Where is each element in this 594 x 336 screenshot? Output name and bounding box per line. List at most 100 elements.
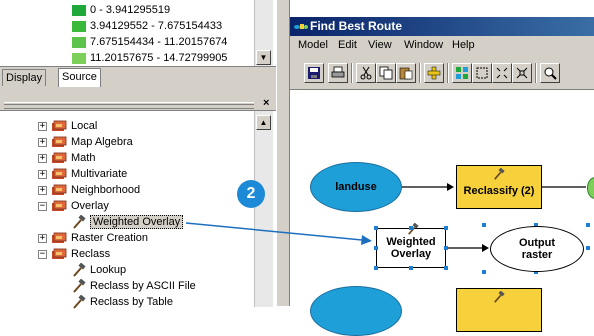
output-label-line1: Output [518, 237, 556, 249]
zoom-out-fixed-icon[interactable] [512, 63, 532, 83]
input-landuse[interactable]: landuse [310, 162, 402, 212]
selection-handle[interactable] [444, 266, 448, 270]
selection-handle[interactable] [409, 226, 413, 230]
pane-splitter[interactable] [276, 0, 290, 306]
selection-handle[interactable] [586, 246, 590, 250]
tree-item-reclass[interactable]: − Reclass [38, 246, 110, 262]
legend-swatch [72, 20, 86, 32]
window-title: Find Best Route [310, 19, 402, 33]
hammer-icon [73, 279, 86, 293]
toolbox-window-titlebar[interactable]: × [0, 97, 276, 110]
tree-item-reclass-by-table[interactable]: Reclass by Table [72, 294, 173, 310]
step-callout: 2 [237, 180, 265, 208]
full-extent-icon[interactable] [472, 63, 492, 83]
tool-reclassify[interactable]: Reclassify (2) [456, 165, 542, 209]
model-canvas[interactable]: landuse Reclassify (2) Weighted Overlay … [290, 90, 594, 336]
tool-label: Reclassify (2) [463, 185, 535, 197]
pane-divider [0, 88, 276, 100]
hammer-icon [73, 295, 86, 309]
grid-layout-icon[interactable] [452, 63, 472, 83]
toolset-icon [52, 136, 67, 147]
tree-item-overlay[interactable]: − Overlay [38, 198, 109, 214]
legend-item: 0 - 3.941295519 [72, 3, 170, 17]
tree-item-local[interactable]: + Local [38, 118, 97, 134]
hammer-icon [73, 263, 86, 277]
tree-item-weighted-overlay[interactable]: Weighted Overlay [72, 214, 184, 230]
paste-icon[interactable] [396, 63, 416, 83]
selection-handle[interactable] [482, 223, 486, 227]
tree-item-lookup[interactable]: Lookup [72, 262, 126, 278]
collapse-icon[interactable]: − [38, 249, 47, 259]
legend-item: 11.20157675 - 14.72799905 [72, 51, 227, 65]
cut-icon[interactable] [356, 63, 376, 83]
tree-item-reclass-by-ascii-file[interactable]: Reclass by ASCII File [72, 278, 196, 294]
legend-label: 11.20157675 - 14.72799905 [90, 52, 228, 64]
selection-handle[interactable] [482, 270, 486, 274]
tool-label-line1: Weighted [386, 236, 436, 248]
window-titlebar[interactable]: Find Best Route [290, 17, 594, 36]
scroll-up-button[interactable]: ▲ [256, 115, 271, 130]
tree-item-label: Neighborhood [71, 184, 141, 196]
scroll-down-button[interactable]: ▼ [256, 50, 271, 65]
tree-item-label: Map Algebra [71, 136, 133, 148]
legend-swatch [72, 52, 86, 64]
selection-handle[interactable] [374, 226, 378, 230]
tab-source[interactable]: Source [58, 68, 101, 87]
selection-handle[interactable] [586, 223, 590, 227]
output-raster[interactable]: Output raster [490, 226, 584, 272]
tree-item-label: Raster Creation [71, 232, 149, 244]
tree-item-neighborhood[interactable]: + Neighborhood [38, 182, 140, 198]
expand-icon[interactable]: + [38, 169, 47, 179]
legend-label: 7.675154434 - 11.20157674 [90, 36, 228, 48]
tool-partial[interactable] [456, 288, 542, 332]
tree-item-math[interactable]: + Math [38, 150, 95, 166]
tool-weighted-overlay[interactable]: Weighted Overlay [376, 223, 446, 268]
grip-bar[interactable] [4, 102, 254, 109]
toolset-icon [52, 232, 67, 243]
menu-edit[interactable]: Edit [338, 39, 357, 51]
zoom-icon[interactable] [540, 63, 560, 83]
toolset-icon [52, 168, 67, 179]
zoom-in-fixed-icon[interactable] [492, 63, 512, 83]
menu-view[interactable]: View [368, 39, 392, 51]
tree-item-multivariate[interactable]: + Multivariate [38, 166, 127, 182]
selection-handle[interactable] [444, 246, 448, 250]
selection-handle[interactable] [444, 226, 448, 230]
expand-icon[interactable]: + [38, 185, 47, 195]
add-data-icon[interactable] [424, 63, 444, 83]
tree-item-label: Lookup [90, 264, 127, 276]
menu-window[interactable]: Window [404, 39, 443, 51]
expand-icon[interactable]: + [38, 153, 47, 163]
print-icon[interactable] [328, 63, 348, 83]
expand-icon[interactable]: + [38, 121, 47, 131]
save-icon[interactable] [304, 63, 324, 83]
collapse-icon[interactable]: − [38, 201, 47, 211]
menu-help[interactable]: Help [452, 39, 475, 51]
legend-panel: 0 - 3.941295519 3.94129552 - 7.675154433… [0, 0, 276, 66]
tree-item-label: Reclass [71, 248, 111, 260]
toolset-open-icon [52, 200, 67, 211]
legend-label: 0 - 3.941295519 [90, 4, 171, 16]
selection-handle[interactable] [374, 266, 378, 270]
hammer-icon [73, 215, 86, 229]
copy-icon[interactable] [376, 63, 396, 83]
toolset-icon [52, 120, 67, 131]
close-icon[interactable]: × [263, 97, 269, 109]
selection-handle[interactable] [409, 266, 413, 270]
menu-model[interactable]: Model [298, 39, 328, 51]
hammer-icon [494, 291, 505, 303]
toolset-icon [52, 152, 67, 163]
toolbar [290, 55, 594, 90]
expand-icon[interactable]: + [38, 233, 47, 243]
legend-scrollbar[interactable]: ▼ [254, 0, 273, 66]
output-label-line2: raster [521, 249, 553, 261]
tree-item-raster-creation[interactable]: + Raster Creation [38, 230, 148, 246]
expand-icon[interactable]: + [38, 137, 47, 147]
toolbox-tree: + Local + Map Algebra + Math + Multivari… [0, 110, 276, 310]
tab-display[interactable]: Display [2, 69, 47, 86]
input-partial[interactable] [310, 286, 402, 336]
tree-item-map-algebra[interactable]: + Map Algebra [38, 134, 133, 150]
tree-item-label: Local [71, 120, 98, 132]
tree-scrollbar[interactable]: ▲ [254, 111, 273, 307]
selection-handle[interactable] [374, 246, 378, 250]
